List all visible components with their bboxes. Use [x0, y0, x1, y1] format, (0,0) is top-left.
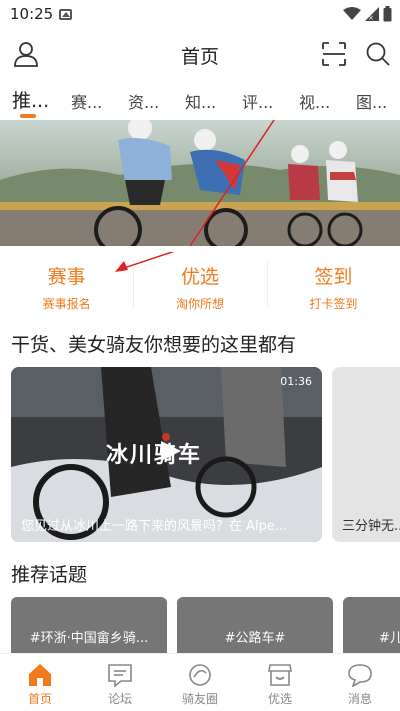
tab-indicator: [20, 114, 36, 118]
nav-label: 论坛: [107, 692, 132, 706]
message-icon: [348, 664, 372, 687]
tab-knowledge[interactable]: 知...: [185, 89, 216, 113]
wifi-icon: [343, 7, 361, 20]
nav-label: 消息: [347, 692, 372, 706]
nav-label: 优选: [267, 692, 292, 706]
nav-label: 首页: [27, 692, 52, 706]
nav-messages[interactable]: 消息: [320, 654, 400, 711]
scan-icon[interactable]: [320, 40, 348, 68]
topic-label: #儿...: [379, 631, 400, 646]
forum-icon: [108, 664, 132, 687]
top-header: 首页: [0, 36, 400, 74]
topic-card[interactable]: #公路车#: [177, 597, 333, 657]
tab-news[interactable]: 资...: [128, 89, 159, 113]
video-caption: 三分钟无...: [342, 519, 400, 534]
nav-label: 骑友圈: [181, 692, 218, 706]
video-caption: 您见过从冰川上一路下来的风景吗？在 Alpe...: [21, 519, 288, 534]
topic-card[interactable]: #儿...: [343, 597, 400, 657]
status-bar: 10:25 ×: [0, 0, 400, 28]
video-section-title: 干货、美女骑友你想要的这里都有: [11, 334, 297, 356]
video-card[interactable]: 三分钟无...: [332, 367, 400, 542]
nav-shop[interactable]: 优选: [240, 654, 320, 711]
topic-label: #环浙·中国畲乡骑...: [29, 631, 149, 646]
annotation-arrow-head: [115, 252, 175, 272]
home-icon: [29, 664, 51, 686]
search-icon[interactable]: [364, 40, 392, 68]
topic-label: #公路车#: [224, 631, 286, 646]
tab-reviews[interactable]: 评...: [242, 89, 273, 113]
gallery-notification-icon: [59, 9, 72, 20]
tab-recommend[interactable]: 推...: [12, 86, 49, 113]
video-card[interactable]: 01:36 冰川骑车 您见过从冰川上一路下来的风景吗？在 Alpe...: [11, 367, 322, 542]
circle-icon: [189, 664, 211, 686]
signal-icon: ×: [365, 7, 379, 21]
bottom-nav: 首页 论坛 骑友圈 优选 消息: [0, 653, 400, 711]
quick-entries: 赛事 赛事报名 优选 淘你所想 签到 打卡签到: [0, 252, 400, 318]
video-overlay-text: 冰川骑车: [106, 443, 203, 468]
banner-carousel[interactable]: [0, 120, 400, 246]
nav-circle[interactable]: 骑友圈: [160, 654, 240, 711]
battery-icon: [383, 6, 392, 22]
shop-icon: [268, 664, 292, 686]
nav-forum[interactable]: 论坛: [80, 654, 160, 711]
topics-section-title: 推荐话题: [11, 564, 88, 586]
tab-videos[interactable]: 视...: [299, 89, 330, 113]
category-tabs: 推... 赛... 资... 知... 评... 视... 图...: [0, 86, 400, 118]
topic-card[interactable]: #环浙·中国畲乡骑...: [11, 597, 167, 657]
nav-home[interactable]: 首页: [0, 654, 80, 711]
tab-events[interactable]: 赛...: [71, 89, 102, 113]
svg-text:×: ×: [368, 14, 374, 21]
video-duration: 01:36: [280, 375, 312, 388]
status-time: 10:25: [10, 5, 54, 23]
annotation-arrow-banner: [189, 120, 275, 246]
status-icons: ×: [343, 6, 392, 22]
tab-pictures[interactable]: 图...: [356, 89, 387, 113]
